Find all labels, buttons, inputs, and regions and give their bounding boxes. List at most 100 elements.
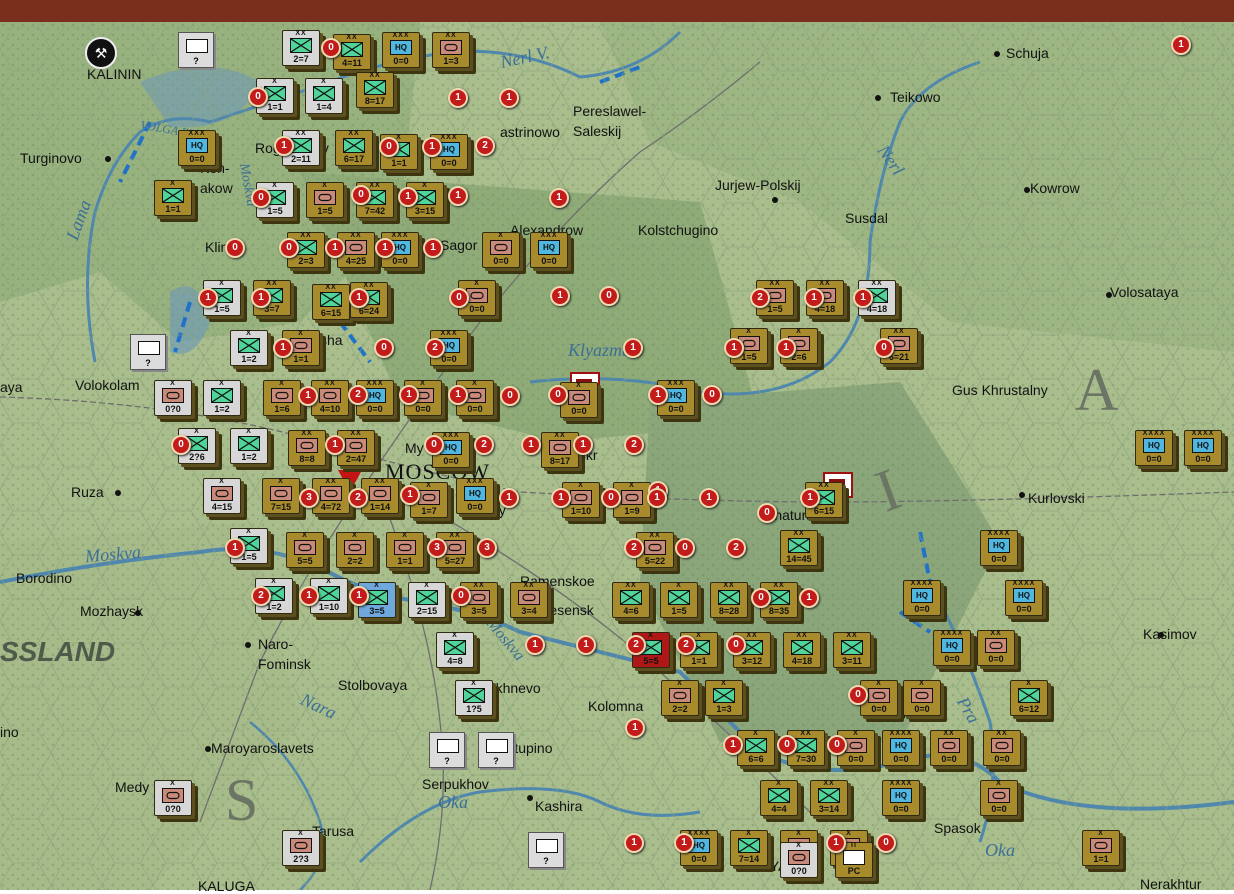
unit-counter[interactable]: X 0?0: [154, 380, 192, 416]
movement-points-marker[interactable]: 0: [702, 385, 722, 405]
movement-points-marker[interactable]: 1: [624, 833, 644, 853]
unit-counter[interactable]: X 2=2: [661, 680, 699, 716]
unit-counter[interactable]: X 6=6: [737, 730, 775, 766]
unknown-unit-marker[interactable]: ?: [178, 32, 214, 68]
unit-counter[interactable]: X 1=2: [230, 330, 268, 366]
movement-points-marker[interactable]: 1: [573, 435, 593, 455]
movement-points-marker[interactable]: 0: [751, 588, 771, 608]
movement-points-marker[interactable]: 1: [723, 735, 743, 755]
movement-points-marker[interactable]: 1: [521, 435, 541, 455]
movement-points-marker[interactable]: 0: [451, 586, 471, 606]
movement-points-marker[interactable]: 1: [325, 238, 345, 258]
unit-counter[interactable]: XXXX HQ 0=0: [882, 730, 920, 766]
movement-points-marker[interactable]: 1: [576, 635, 596, 655]
unit-counter[interactable]: XX 2=7: [282, 30, 320, 66]
movement-points-marker[interactable]: 2: [624, 538, 644, 558]
movement-points-marker[interactable]: 0: [548, 385, 568, 405]
unit-counter[interactable]: X 1=1: [1082, 830, 1120, 866]
unit-counter[interactable]: X 6=12: [1010, 680, 1048, 716]
unit-counter[interactable]: XX 6=15: [312, 284, 350, 320]
unit-counter[interactable]: XX 1=3: [432, 32, 470, 68]
unit-counter[interactable]: X 2=15: [408, 582, 446, 618]
movement-points-marker[interactable]: 1: [799, 588, 819, 608]
movement-points-marker[interactable]: 2: [348, 385, 368, 405]
movement-points-marker[interactable]: 1: [647, 488, 667, 508]
movement-points-marker[interactable]: 0: [374, 338, 394, 358]
movement-points-marker[interactable]: 1: [251, 288, 271, 308]
movement-points-marker[interactable]: 0: [599, 286, 619, 306]
movement-points-marker[interactable]: 1: [550, 286, 570, 306]
movement-points-marker[interactable]: 1: [674, 833, 694, 853]
movement-points-marker[interactable]: 1: [648, 385, 668, 405]
movement-points-marker[interactable]: 1: [448, 385, 468, 405]
movement-points-marker[interactable]: 0: [726, 635, 746, 655]
movement-points-marker[interactable]: 1: [699, 488, 719, 508]
movement-points-marker[interactable]: 3: [427, 538, 447, 558]
movement-points-marker[interactable]: 0: [171, 435, 191, 455]
unit-counter[interactable]: X 1=1: [154, 180, 192, 216]
movement-points-marker[interactable]: 0: [351, 185, 371, 205]
movement-points-marker[interactable]: 0: [675, 538, 695, 558]
unit-counter[interactable]: XX 0=0: [977, 630, 1015, 666]
movement-points-marker[interactable]: 1: [398, 187, 418, 207]
unit-counter[interactable]: XXX HQ 0=0: [178, 130, 216, 166]
unit-counter[interactable]: XXXX HQ 0=0: [933, 630, 971, 666]
unit-counter[interactable]: X 4=15: [203, 478, 241, 514]
movement-points-marker[interactable]: 2: [726, 538, 746, 558]
movement-points-marker[interactable]: 0: [225, 238, 245, 258]
movement-points-marker[interactable]: 1: [499, 88, 519, 108]
unit-counter[interactable]: XXX HQ 0=0: [382, 32, 420, 68]
movement-points-marker[interactable]: 1: [448, 186, 468, 206]
movement-points-marker[interactable]: 0: [874, 338, 894, 358]
unknown-unit-marker[interactable]: ?: [429, 732, 465, 768]
movement-points-marker[interactable]: 2: [251, 586, 271, 606]
movement-points-marker[interactable]: 1: [623, 338, 643, 358]
movement-points-marker[interactable]: 2: [626, 635, 646, 655]
unit-counter[interactable]: XX 3=11: [833, 632, 871, 668]
movement-points-marker[interactable]: 1: [804, 288, 824, 308]
movement-points-marker[interactable]: 0: [321, 38, 341, 58]
movement-points-marker[interactable]: 1: [273, 338, 293, 358]
unit-counter[interactable]: X 1=2: [230, 428, 268, 464]
unit-counter[interactable]: XX 6=17: [335, 130, 373, 166]
unit-counter[interactable]: X 1=5: [306, 182, 344, 218]
movement-points-marker[interactable]: 1: [423, 238, 443, 258]
unit-counter[interactable]: XX 0=0: [930, 730, 968, 766]
unit-counter[interactable]: XX 3=4: [510, 582, 548, 618]
movement-points-marker[interactable]: 1: [422, 137, 442, 157]
unit-counter[interactable]: XXXX HQ 0=0: [903, 580, 941, 616]
movement-points-marker[interactable]: 1: [198, 288, 218, 308]
movement-points-marker[interactable]: 2: [750, 288, 770, 308]
movement-points-marker[interactable]: 2: [348, 488, 368, 508]
movement-points-marker[interactable]: 1: [800, 488, 820, 508]
movement-points-marker[interactable]: 2: [624, 435, 644, 455]
movement-points-marker[interactable]: 3: [299, 488, 319, 508]
movement-points-marker[interactable]: 0: [876, 833, 896, 853]
unit-counter[interactable]: XX 8=17: [356, 72, 394, 108]
unit-counter[interactable]: X 0?0: [154, 780, 192, 816]
movement-points-marker[interactable]: 1: [298, 386, 318, 406]
movement-points-marker[interactable]: 2: [475, 136, 495, 156]
movement-points-marker[interactable]: 0: [848, 685, 868, 705]
unit-counter[interactable]: X 0=0: [903, 680, 941, 716]
movement-points-marker[interactable]: 3: [477, 538, 497, 558]
unit-counter[interactable]: XXXX HQ 0=0: [980, 530, 1018, 566]
unit-counter[interactable]: X 1=3: [705, 680, 743, 716]
movement-points-marker[interactable]: 1: [400, 485, 420, 505]
unit-counter[interactable]: XX 14=45: [780, 530, 818, 566]
movement-points-marker[interactable]: 1: [525, 635, 545, 655]
unit-counter[interactable]: X 1=4: [305, 78, 343, 114]
unit-counter[interactable]: X 4=4: [760, 780, 798, 816]
unit-counter[interactable]: XXX HQ 0=0: [530, 232, 568, 268]
unknown-unit-marker[interactable]: ?: [130, 334, 166, 370]
unit-counter[interactable]: X 2=2: [336, 532, 374, 568]
movement-points-marker[interactable]: 1: [549, 188, 569, 208]
unit-counter[interactable]: XXXX HQ 0=0: [1005, 580, 1043, 616]
movement-points-marker[interactable]: 0: [251, 188, 271, 208]
movement-points-marker[interactable]: 1: [724, 338, 744, 358]
unit-counter[interactable]: X 7=15: [262, 478, 300, 514]
movement-points-marker[interactable]: 1: [853, 288, 873, 308]
movement-points-marker[interactable]: 1: [299, 586, 319, 606]
movement-points-marker[interactable]: 1: [1171, 35, 1191, 55]
factory-icon[interactable]: ⚒: [85, 37, 117, 69]
